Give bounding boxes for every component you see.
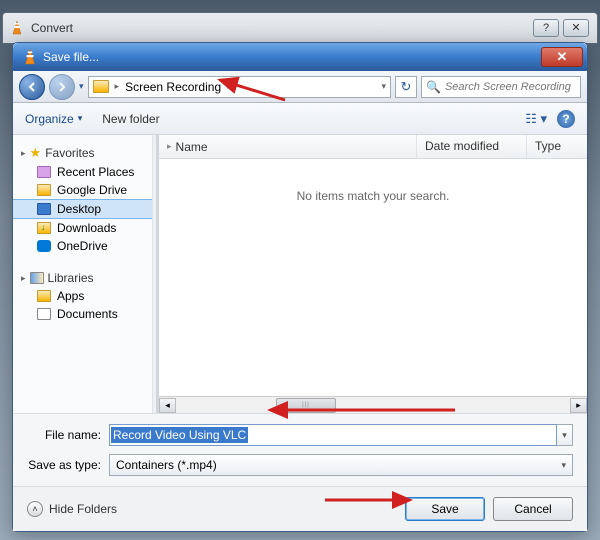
file-list: ▸ Name Date modified Type No items match … bbox=[159, 135, 587, 413]
sidebar-item-desktop[interactable]: Desktop bbox=[13, 199, 152, 219]
column-type[interactable]: Type bbox=[527, 135, 587, 158]
chevron-right-icon: ▸ bbox=[115, 81, 120, 92]
sidebar-item-label: OneDrive bbox=[57, 239, 108, 253]
vlc-icon bbox=[9, 20, 25, 36]
column-label: Date modified bbox=[425, 139, 499, 153]
folder-icon bbox=[37, 290, 51, 302]
parent-window-titlebar: Convert ? ✕ bbox=[2, 12, 598, 44]
parent-close-button[interactable]: ✕ bbox=[563, 19, 589, 37]
column-headers: ▸ Name Date modified Type bbox=[159, 135, 587, 159]
empty-message: No items match your search. bbox=[159, 159, 587, 396]
chevron-right-icon: ▸ bbox=[167, 141, 172, 152]
back-button[interactable] bbox=[19, 74, 45, 100]
save-type-combo[interactable]: Containers (*.mp4) bbox=[109, 454, 573, 476]
scroll-right-icon[interactable]: ▸ bbox=[570, 398, 587, 413]
forward-button[interactable] bbox=[49, 74, 75, 100]
scroll-thumb[interactable] bbox=[276, 398, 336, 413]
chevron-down-icon: ▸ bbox=[21, 148, 26, 159]
sidebar-item-label: Apps bbox=[57, 289, 84, 303]
organize-menu[interactable]: Organize bbox=[25, 112, 82, 126]
chevron-down-icon: ▸ bbox=[21, 273, 26, 284]
column-label: Name bbox=[176, 140, 208, 154]
search-input[interactable] bbox=[445, 81, 576, 93]
sidebar-item-label: Downloads bbox=[57, 221, 116, 235]
file-name-value: Record Video Using VLC bbox=[111, 427, 248, 443]
sidebar-item-label: Google Drive bbox=[57, 183, 127, 197]
sidebar-item-onedrive[interactable]: OneDrive bbox=[13, 237, 152, 255]
dialog-titlebar: Save file... ✕ bbox=[13, 43, 587, 71]
scroll-left-icon[interactable]: ◂ bbox=[159, 398, 176, 413]
downloads-icon bbox=[37, 222, 51, 234]
horizontal-scrollbar[interactable]: ◂ ▸ bbox=[159, 396, 587, 413]
save-file-dialog: Save file... ✕ ▾ ▸ Screen Recording ▸ ▾ … bbox=[12, 42, 588, 532]
save-type-value: Containers (*.mp4) bbox=[116, 458, 217, 472]
column-label: Type bbox=[535, 139, 561, 153]
chevron-right-icon: ▸ bbox=[227, 81, 232, 92]
dialog-title: Save file... bbox=[43, 50, 541, 64]
hide-folders-button[interactable]: ˄ Hide Folders bbox=[27, 501, 117, 517]
sidebar: ▸ ★ Favorites Recent Places Google Drive… bbox=[13, 135, 153, 413]
star-icon: ★ bbox=[30, 145, 42, 161]
toolbar: Organize New folder ☷ ▾ ? bbox=[13, 103, 587, 135]
sidebar-item-label: Recent Places bbox=[57, 165, 134, 179]
libraries-icon bbox=[30, 272, 44, 284]
footer: ˄ Hide Folders Save Cancel bbox=[13, 486, 587, 531]
onedrive-icon bbox=[37, 240, 51, 252]
refresh-button[interactable]: ↻ bbox=[395, 76, 417, 98]
libraries-header[interactable]: ▸ Libraries bbox=[13, 269, 152, 287]
recent-places-icon bbox=[37, 166, 51, 178]
vlc-icon bbox=[21, 48, 39, 66]
file-name-input[interactable]: Record Video Using VLC bbox=[109, 424, 557, 446]
desktop-icon bbox=[37, 203, 51, 215]
document-icon bbox=[37, 308, 51, 320]
history-dropdown-icon[interactable]: ▾ bbox=[79, 81, 84, 92]
hide-folders-label: Hide Folders bbox=[49, 502, 117, 516]
favorites-header[interactable]: ▸ ★ Favorites bbox=[13, 143, 152, 163]
help-button[interactable]: ? bbox=[557, 110, 575, 128]
close-button[interactable]: ✕ bbox=[541, 47, 583, 67]
chevron-up-icon: ˄ bbox=[27, 501, 43, 517]
column-name[interactable]: ▸ Name bbox=[159, 135, 417, 158]
sidebar-item-documents[interactable]: Documents bbox=[13, 305, 152, 323]
file-name-dropdown-icon[interactable]: ▾ bbox=[557, 424, 573, 446]
parent-help-button[interactable]: ? bbox=[533, 19, 559, 37]
new-folder-button[interactable]: New folder bbox=[102, 112, 159, 126]
folder-icon bbox=[93, 80, 109, 93]
breadcrumb[interactable]: ▸ Screen Recording ▸ ▾ bbox=[88, 76, 391, 98]
save-type-label: Save as type: bbox=[27, 458, 109, 472]
folder-icon bbox=[37, 184, 51, 196]
cancel-button[interactable]: Cancel bbox=[493, 497, 573, 521]
view-mode-button[interactable]: ☷ ▾ bbox=[525, 111, 547, 127]
search-icon: 🔍 bbox=[426, 80, 441, 94]
favorites-label: Favorites bbox=[45, 146, 94, 160]
search-box[interactable]: 🔍 bbox=[421, 76, 581, 98]
file-name-label: File name: bbox=[27, 428, 109, 442]
fields-panel: File name: Record Video Using VLC ▾ Save… bbox=[13, 413, 587, 486]
sidebar-item-google-drive[interactable]: Google Drive bbox=[13, 181, 152, 199]
sidebar-item-recent-places[interactable]: Recent Places bbox=[13, 163, 152, 181]
sidebar-item-label: Desktop bbox=[57, 202, 101, 216]
breadcrumb-folder: Screen Recording bbox=[125, 80, 221, 94]
libraries-label: Libraries bbox=[48, 271, 94, 285]
save-button[interactable]: Save bbox=[405, 497, 485, 521]
parent-window-title: Convert bbox=[31, 21, 533, 35]
column-date[interactable]: Date modified bbox=[417, 135, 527, 158]
sidebar-item-downloads[interactable]: Downloads bbox=[13, 219, 152, 237]
sidebar-item-apps[interactable]: Apps bbox=[13, 287, 152, 305]
breadcrumb-dropdown-icon[interactable]: ▾ bbox=[381, 81, 386, 92]
sidebar-item-label: Documents bbox=[57, 307, 118, 321]
nav-bar: ▾ ▸ Screen Recording ▸ ▾ ↻ 🔍 bbox=[13, 71, 587, 103]
